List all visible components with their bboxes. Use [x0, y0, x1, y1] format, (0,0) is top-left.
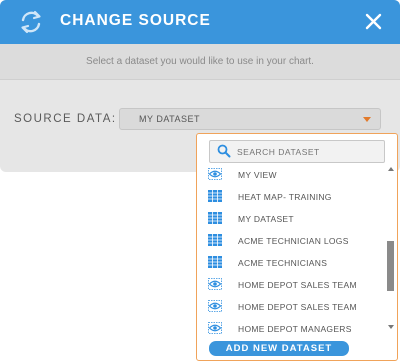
dataset-grid-icon [208, 212, 222, 224]
view-eye-icon [208, 168, 222, 180]
list-item-label: MY VIEW [238, 170, 277, 180]
list-item-label: ACME TECHNICIAN LOGS [238, 236, 349, 246]
list-item-label: HOME DEPOT MANAGERS [238, 324, 352, 334]
subtitle-bar: Select a dataset you would like to use i… [0, 44, 400, 80]
list-item-label: ACME TECHNICIANS [238, 258, 328, 268]
dialog-subtitle: Select a dataset you would like to use i… [86, 56, 314, 67]
close-icon[interactable] [365, 13, 382, 30]
list-item[interactable]: HOME DEPOT SALES TEAM [197, 275, 385, 295]
scroll-up-arrow-icon[interactable] [388, 167, 394, 171]
list-item-label: HEAT MAP- TRAINING [238, 192, 332, 202]
dialog-header: CHANGE SOURCE [0, 0, 400, 44]
list-item-label: HOME DEPOT SALES TEAM [238, 302, 357, 312]
source-data-label: SOURCE DATA: [14, 113, 117, 125]
list-item[interactable]: HEAT MAP- TRAINING [197, 187, 385, 207]
dialog-title: CHANGE SOURCE [60, 12, 211, 29]
view-eye-icon [208, 322, 222, 334]
dataset-grid-icon [208, 256, 222, 268]
selected-dataset: MY DATASET [139, 114, 201, 124]
list-item-label: MY DATASET [238, 214, 294, 224]
dataset-grid-icon [208, 190, 222, 202]
list-item[interactable]: ACME TECHNICIANS [197, 253, 385, 273]
search-box[interactable] [209, 140, 385, 163]
add-new-dataset-button[interactable]: ADD NEW DATASET [209, 341, 349, 356]
search-input[interactable] [237, 144, 377, 160]
list-item-label: HOME DEPOT SALES TEAM [238, 280, 357, 290]
dropdown-scrollbar[interactable] [387, 167, 396, 334]
list-item[interactable]: MY DATASET [197, 209, 385, 229]
list-item[interactable]: HOME DEPOT SALES TEAM [197, 297, 385, 317]
dataset-list: MY VIEW HEAT MAP- TRAINING MY DATASET AC… [197, 165, 385, 334]
search-icon [217, 144, 231, 158]
list-item[interactable]: ACME TECHNICIAN LOGS [197, 231, 385, 251]
list-item[interactable]: MY VIEW [197, 165, 385, 185]
source-data-select[interactable]: MY DATASET [119, 108, 381, 130]
list-item[interactable]: HOME DEPOT MANAGERS [197, 319, 385, 334]
view-eye-icon [208, 278, 222, 290]
scroll-down-arrow-icon[interactable] [388, 325, 394, 329]
dataset-grid-icon [208, 234, 222, 246]
scrollbar-thumb[interactable] [387, 241, 394, 291]
caret-down-icon[interactable] [363, 117, 371, 122]
dataset-dropdown: MY VIEW HEAT MAP- TRAINING MY DATASET AC… [196, 133, 398, 361]
refresh-icon [21, 10, 41, 34]
view-eye-icon [208, 300, 222, 312]
